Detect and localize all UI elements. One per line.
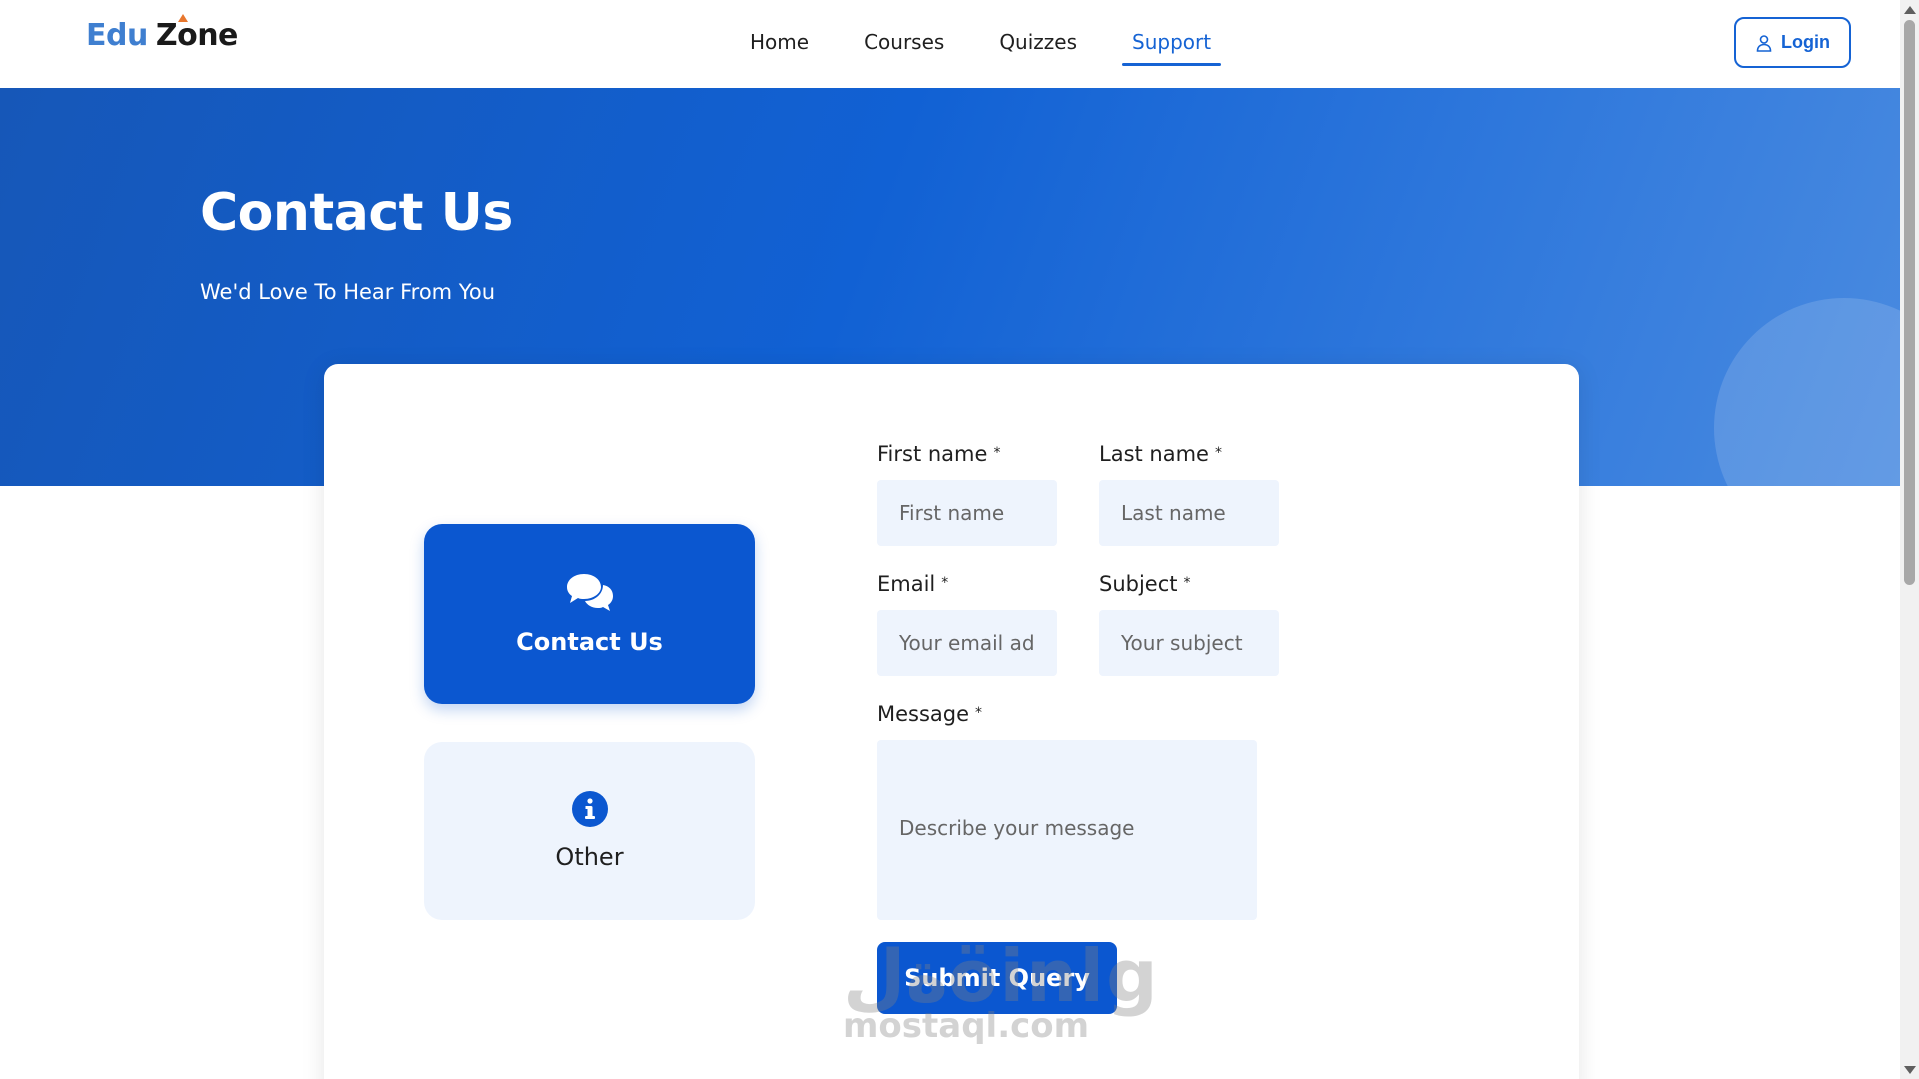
page-subtitle: We'd Love To Hear From You [200, 280, 496, 304]
scroll-down-arrow-icon[interactable] [1904, 1066, 1916, 1074]
message-label: Message * [877, 702, 982, 726]
option-other[interactable]: Other [424, 742, 755, 920]
last-name-input[interactable] [1099, 480, 1279, 546]
brand-logo-zone-text: Zone [155, 18, 239, 53]
hero-decorative-circle [1714, 298, 1900, 486]
message-textarea[interactable] [877, 740, 1257, 920]
option-contact-us-label: Contact Us [516, 628, 663, 656]
email-input[interactable] [877, 610, 1057, 676]
contact-card: Contact Us Other First name* Last name* … [324, 364, 1579, 1079]
subject-input[interactable] [1099, 610, 1279, 676]
option-contact-us[interactable]: Contact Us [424, 524, 755, 704]
required-mark: * [993, 445, 1001, 461]
first-name-input[interactable] [877, 480, 1057, 546]
chat-bubbles-icon [566, 572, 614, 616]
required-mark: * [941, 575, 949, 591]
page-title: Contact Us [200, 183, 513, 243]
required-mark: * [1214, 445, 1222, 461]
login-button[interactable]: Login [1734, 17, 1851, 68]
scroll-thumb[interactable] [1904, 20, 1915, 585]
required-mark: * [975, 705, 983, 721]
required-mark: * [1183, 575, 1191, 591]
brand-logo-edu: Edu [86, 18, 148, 53]
last-name-label-text: Last name [1099, 442, 1209, 466]
email-label: Email * [877, 572, 948, 596]
message-label-text: Message [877, 702, 970, 726]
login-button-label: Login [1781, 32, 1830, 52]
user-icon [1755, 34, 1773, 52]
info-icon [571, 791, 608, 831]
nav-support[interactable]: Support [1122, 26, 1222, 70]
first-name-label-text: First name [877, 442, 988, 466]
page-scrollbar[interactable] [1900, 0, 1919, 1079]
top-navbar: Edu Zone Home Courses Quizzes Support Lo… [0, 0, 1900, 88]
email-label-text: Email [877, 572, 936, 596]
last-name-label: Last name * [1099, 442, 1222, 466]
nav-quizzes[interactable]: Quizzes [989, 26, 1087, 70]
first-name-label: First name * [877, 442, 1000, 466]
subject-label-text: Subject [1099, 572, 1178, 596]
scroll-up-arrow-icon[interactable] [1904, 6, 1916, 14]
brand-logo[interactable]: Edu Zone [86, 14, 239, 53]
main-nav: Home Courses Quizzes Support [740, 26, 1256, 70]
logo-accent-mark [177, 14, 188, 22]
submit-query-button[interactable]: Submit Query [877, 942, 1117, 1014]
brand-logo-zone: Zone [155, 14, 239, 53]
nav-courses[interactable]: Courses [854, 26, 954, 70]
nav-home[interactable]: Home [740, 26, 819, 70]
option-other-label: Other [555, 843, 624, 871]
subject-label: Subject * [1099, 572, 1191, 596]
